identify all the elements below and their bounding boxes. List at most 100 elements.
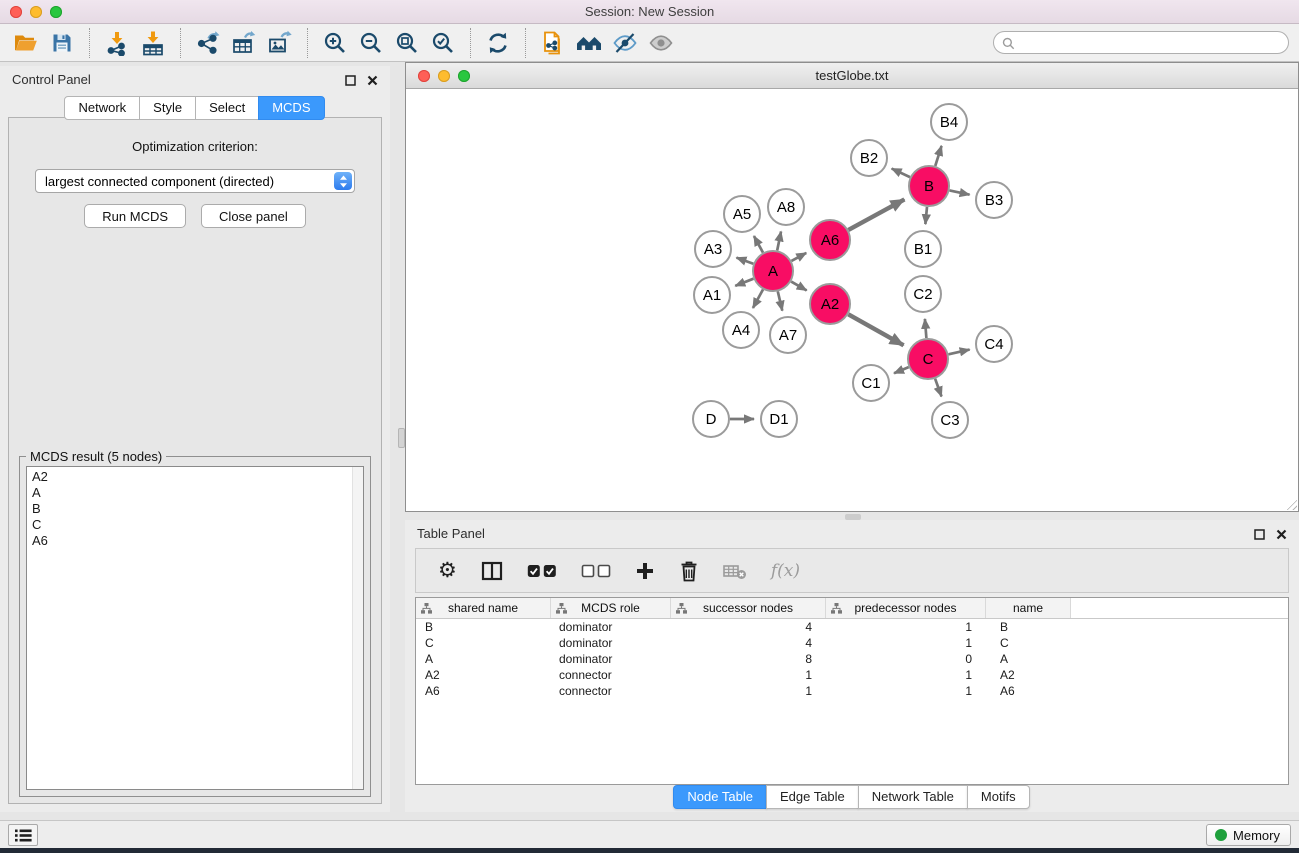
- menu-button[interactable]: [8, 824, 38, 846]
- export-table-icon[interactable]: [226, 27, 262, 59]
- table-cell[interactable]: A: [416, 652, 551, 666]
- column-header-mcds-role[interactable]: MCDS role: [551, 598, 671, 618]
- tab-node-table[interactable]: Node Table: [673, 785, 767, 809]
- edge-B-B1[interactable]: [925, 207, 927, 224]
- column-header-predecessor-nodes[interactable]: predecessor nodes: [826, 598, 986, 618]
- open-file-icon[interactable]: [8, 27, 44, 59]
- edge-A-A2[interactable]: [791, 282, 806, 291]
- table-cell[interactable]: 1: [671, 684, 826, 698]
- table-cell[interactable]: A6: [416, 684, 551, 698]
- save-session-icon[interactable]: [44, 27, 80, 59]
- table-row[interactable]: Adominator80A: [416, 651, 1288, 667]
- tab-network-table[interactable]: Network Table: [858, 785, 968, 809]
- import-network-icon[interactable]: [99, 27, 135, 59]
- edge-A6-B[interactable]: [848, 199, 904, 230]
- close-panel-icon[interactable]: [367, 74, 378, 89]
- result-item[interactable]: A2: [32, 469, 363, 485]
- table-cell[interactable]: 4: [671, 620, 826, 634]
- table-cell[interactable]: 0: [826, 652, 986, 666]
- zoom-selected-icon[interactable]: [425, 27, 461, 59]
- table-cell[interactable]: B: [986, 620, 1071, 634]
- table-cell[interactable]: 8: [671, 652, 826, 666]
- tab-style[interactable]: Style: [139, 96, 196, 120]
- function-builder-icon[interactable]: f(x): [771, 561, 800, 581]
- zoom-out-icon[interactable]: [353, 27, 389, 59]
- split-columns-icon[interactable]: [481, 561, 503, 581]
- edge-A-A6[interactable]: [791, 253, 806, 261]
- select-all-checkboxes-icon[interactable]: [527, 564, 557, 578]
- show-all-networks-icon[interactable]: [571, 27, 607, 59]
- table-row[interactable]: Bdominator41B: [416, 619, 1288, 635]
- table-cell[interactable]: A6: [986, 684, 1071, 698]
- table-cell[interactable]: connector: [551, 684, 671, 698]
- edge-C-C2[interactable]: [925, 319, 926, 338]
- edge-A-A7[interactable]: [778, 291, 783, 310]
- table-cell[interactable]: 1: [826, 620, 986, 634]
- table-cell[interactable]: C: [986, 636, 1071, 650]
- result-item[interactable]: A6: [32, 533, 363, 549]
- column-header-successor-nodes[interactable]: successor nodes: [671, 598, 826, 618]
- tab-network[interactable]: Network: [64, 96, 140, 120]
- scrollbar-track[interactable]: [352, 467, 363, 789]
- export-image-icon[interactable]: [262, 27, 298, 59]
- table-cell[interactable]: B: [416, 620, 551, 634]
- table-cell[interactable]: 1: [826, 636, 986, 650]
- mcds-result-list[interactable]: A2ABCA6: [26, 466, 364, 790]
- network-graph[interactable]: B4B2BB3A8A5A6A3B1AC2A1A2A4A7C4CC1C3DD1: [406, 90, 1298, 511]
- table-cell[interactable]: dominator: [551, 620, 671, 634]
- close-panel-button[interactable]: Close panel: [201, 204, 306, 228]
- table-cell[interactable]: 1: [671, 668, 826, 682]
- edge-A2-C[interactable]: [848, 314, 903, 345]
- edge-B-B3[interactable]: [950, 190, 970, 194]
- edge-C-C1[interactable]: [894, 367, 909, 373]
- table-row[interactable]: A2connector11A2: [416, 667, 1288, 683]
- table-cell[interactable]: 1: [826, 684, 986, 698]
- edge-A-A1[interactable]: [735, 279, 753, 286]
- show-selected-eye-icon[interactable]: [643, 27, 679, 59]
- delete-table-icon[interactable]: [723, 562, 747, 580]
- table-cell[interactable]: 4: [671, 636, 826, 650]
- column-header-shared-name[interactable]: shared name: [416, 598, 551, 618]
- zoom-in-icon[interactable]: [317, 27, 353, 59]
- edge-A-A5[interactable]: [754, 236, 763, 253]
- edge-A-A8[interactable]: [777, 231, 781, 250]
- search-input[interactable]: [1020, 33, 1280, 52]
- export-network-icon[interactable]: [190, 27, 226, 59]
- edge-B-B2[interactable]: [892, 169, 910, 178]
- tab-edge-table[interactable]: Edge Table: [766, 785, 859, 809]
- search-field[interactable]: [993, 31, 1289, 54]
- delete-column-trash-icon[interactable]: [679, 560, 699, 582]
- table-row[interactable]: Cdominator41C: [416, 635, 1288, 651]
- column-header-name[interactable]: name: [986, 598, 1071, 618]
- table-cell[interactable]: C: [416, 636, 551, 650]
- refresh-layout-icon[interactable]: [480, 27, 516, 59]
- table-cell[interactable]: A2: [416, 668, 551, 682]
- import-table-icon[interactable]: [135, 27, 171, 59]
- table-cell[interactable]: dominator: [551, 636, 671, 650]
- gear-icon[interactable]: ⚙: [438, 560, 457, 581]
- network-canvas[interactable]: B4B2BB3A8A5A6A3B1AC2A1A2A4A7C4CC1C3DD1: [406, 90, 1298, 511]
- run-mcds-button[interactable]: Run MCDS: [84, 204, 186, 228]
- edge-C-C4[interactable]: [948, 350, 969, 355]
- edge-A-A3[interactable]: [736, 258, 753, 264]
- deselect-all-checkboxes-icon[interactable]: [581, 564, 611, 578]
- panel-divider-grip[interactable]: [398, 428, 405, 448]
- table-cell[interactable]: A2: [986, 668, 1071, 682]
- optimization-dropdown[interactable]: largest connected component (directed): [35, 169, 355, 193]
- tab-select[interactable]: Select: [195, 96, 259, 120]
- hide-selected-eye-slash-icon[interactable]: [607, 27, 643, 59]
- table-cell[interactable]: 1: [826, 668, 986, 682]
- tab-motifs[interactable]: Motifs: [967, 785, 1030, 809]
- edge-B-B4[interactable]: [935, 146, 941, 166]
- result-item[interactable]: C: [32, 517, 363, 533]
- add-column-icon[interactable]: [635, 561, 655, 581]
- close-table-panel-icon[interactable]: [1276, 528, 1287, 543]
- table-cell[interactable]: connector: [551, 668, 671, 682]
- clone-network-icon[interactable]: [535, 27, 571, 59]
- result-item[interactable]: A: [32, 485, 363, 501]
- table-row[interactable]: A6connector11A6: [416, 683, 1288, 699]
- edge-C-C3[interactable]: [935, 379, 941, 397]
- float-panel-icon[interactable]: [345, 74, 356, 89]
- edge-A-A4[interactable]: [753, 289, 763, 308]
- result-item[interactable]: B: [32, 501, 363, 517]
